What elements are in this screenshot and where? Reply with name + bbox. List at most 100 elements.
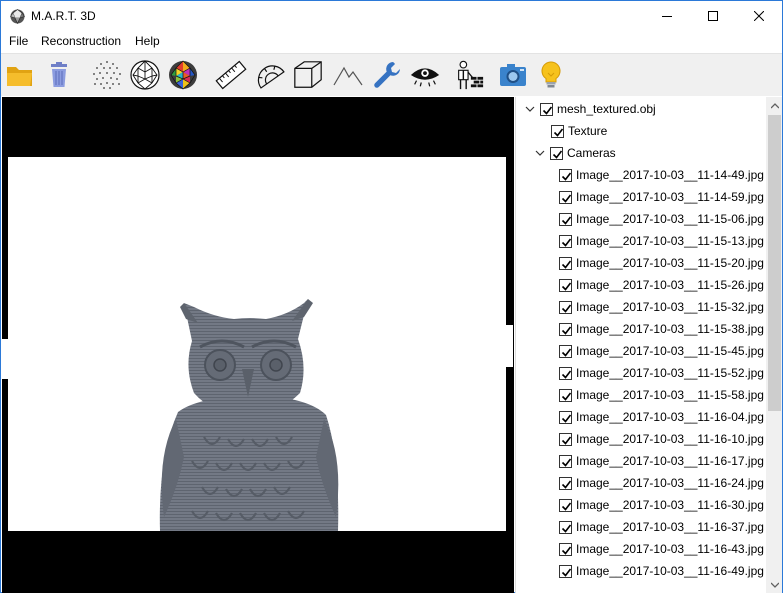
eye-icon	[410, 68, 440, 87]
tree-item-camera-image[interactable]: Image__2017-10-03__11-15-38.jpg	[559, 318, 764, 340]
tree-item-camera-image[interactable]: Image__2017-10-03__11-16-30.jpg	[559, 494, 764, 516]
tree-item-camera-image[interactable]: Image__2017-10-03__11-15-52.jpg	[559, 362, 764, 384]
camera-image-checkbox[interactable]	[559, 388, 572, 402]
point-cloud-button[interactable]	[91, 59, 123, 91]
scroll-thumb[interactable]	[768, 115, 781, 411]
ruler-icon	[215, 60, 247, 90]
worker-button[interactable]	[453, 59, 485, 91]
camera-image-checkbox[interactable]	[559, 542, 572, 556]
delete-button[interactable]	[43, 59, 75, 91]
tree-item-camera-image[interactable]: Image__2017-10-03__11-16-37.jpg	[559, 516, 764, 538]
minimize-button[interactable]	[644, 1, 690, 31]
title-bar[interactable]: M.A.R.T. 3D	[1, 1, 782, 31]
camera-image-checkbox[interactable]	[559, 300, 572, 314]
app-window: M.A.R.T. 3D File Reconstruction Help mes…	[0, 0, 783, 593]
camera-image-checkbox[interactable]	[559, 168, 572, 182]
camera-image-checkbox[interactable]	[559, 256, 572, 270]
scroll-up-arrow-icon[interactable]	[766, 97, 782, 114]
protractor-button[interactable]	[253, 59, 285, 91]
cameras-checkbox[interactable]	[550, 146, 563, 160]
scroll-down-arrow-icon[interactable]	[766, 576, 782, 593]
tree-item-label: Image__2017-10-03__11-15-13.jpg	[576, 234, 764, 248]
tree-item-label: Image__2017-10-03__11-14-59.jpg	[576, 190, 764, 204]
tree-item-label: Image__2017-10-03__11-15-45.jpg	[576, 344, 764, 358]
camera-image-checkbox[interactable]	[559, 366, 572, 380]
camera-image-checkbox[interactable]	[559, 454, 572, 468]
camera-image-view	[8, 157, 506, 531]
camera-image-checkbox[interactable]	[559, 520, 572, 534]
mesh-checkbox[interactable]	[540, 102, 553, 116]
textured-mesh-button[interactable]	[167, 59, 199, 91]
view-button[interactable]	[409, 59, 441, 91]
cube-button[interactable]	[292, 59, 324, 91]
camera-button[interactable]	[497, 59, 529, 91]
camera-image-checkbox[interactable]	[559, 564, 572, 578]
tree-item-label: Image__2017-10-03__11-15-20.jpg	[576, 256, 764, 270]
tree-item-camera-image[interactable]: Image__2017-10-03__11-16-04.jpg	[559, 406, 764, 428]
camera-image-checkbox[interactable]	[559, 476, 572, 490]
tree-item-camera-image[interactable]: Image__2017-10-03__11-15-32.jpg	[559, 296, 764, 318]
chevron-down-icon[interactable]	[534, 147, 546, 159]
lightbulb-button[interactable]	[535, 59, 567, 91]
chevron-down-icon[interactable]	[524, 103, 536, 115]
wireframe-mesh-button[interactable]	[129, 59, 161, 91]
camera-image-checkbox[interactable]	[559, 322, 572, 336]
close-button[interactable]	[736, 1, 782, 31]
close-icon	[754, 11, 764, 21]
tree-item-camera-image[interactable]: Image__2017-10-03__11-15-26.jpg	[559, 274, 764, 296]
wrench-icon	[374, 62, 400, 88]
tree-item-camera-image[interactable]: Image__2017-10-03__11-16-17.jpg	[559, 450, 764, 472]
3d-viewport[interactable]	[2, 97, 514, 593]
tree-item-camera-image[interactable]: Image__2017-10-03__11-16-24.jpg	[559, 472, 764, 494]
tree-item-camera-image[interactable]: Image__2017-10-03__11-15-58.jpg	[559, 384, 764, 406]
folder-icon	[7, 67, 32, 86]
viewport-strip-right	[505, 325, 513, 367]
tree-item-label: Texture	[568, 124, 608, 138]
menu-reconstruction[interactable]: Reconstruction	[39, 34, 123, 48]
trash-icon	[51, 62, 67, 87]
texture-checkbox[interactable]	[551, 124, 564, 138]
maximize-button[interactable]	[690, 1, 736, 31]
camera-image-checkbox[interactable]	[559, 234, 572, 248]
tree-item-camera-image[interactable]: Image__2017-10-03__11-14-59.jpg	[559, 186, 764, 208]
tree-item-camera-image[interactable]: Image__2017-10-03__11-16-49.jpg	[559, 560, 764, 582]
camera-image-checkbox[interactable]	[559, 190, 572, 204]
menu-file[interactable]: File	[7, 34, 30, 48]
tree-item-label: Image__2017-10-03__11-16-30.jpg	[576, 498, 764, 512]
ruler-button[interactable]	[215, 59, 247, 91]
tree-item-label: Cameras	[567, 146, 616, 160]
tree-item-label: Image__2017-10-03__11-15-58.jpg	[576, 388, 764, 402]
terrain-button[interactable]	[332, 59, 364, 91]
camera-image-checkbox[interactable]	[559, 344, 572, 358]
camera-image-checkbox[interactable]	[559, 278, 572, 292]
camera-icon	[500, 64, 526, 86]
tree-item-label: Image__2017-10-03__11-15-52.jpg	[576, 366, 764, 380]
tree-item-mesh[interactable]: mesh_textured.obj	[524, 98, 656, 120]
tree-item-texture[interactable]: Texture	[551, 120, 607, 142]
tree-item-label: Image__2017-10-03__11-16-10.jpg	[576, 432, 764, 446]
tree-item-cameras[interactable]: Cameras	[534, 142, 616, 164]
tree-item-camera-image[interactable]: Image__2017-10-03__11-16-10.jpg	[559, 428, 764, 450]
tree-item-label: mesh_textured.obj	[557, 102, 656, 116]
tree-scrollbar[interactable]	[766, 97, 782, 593]
open-folder-button[interactable]	[4, 59, 36, 91]
tree-item-camera-image[interactable]: Image__2017-10-03__11-15-06.jpg	[559, 208, 764, 230]
point-cloud-icon	[93, 61, 121, 89]
camera-image-checkbox[interactable]	[559, 410, 572, 424]
tree-item-camera-image[interactable]: Image__2017-10-03__11-16-43.jpg	[559, 538, 764, 560]
protractor-icon	[257, 65, 285, 89]
tree-item-camera-image[interactable]: Image__2017-10-03__11-15-45.jpg	[559, 340, 764, 362]
tree-item-label: Image__2017-10-03__11-15-26.jpg	[576, 278, 764, 292]
camera-image-checkbox[interactable]	[559, 498, 572, 512]
camera-image-checkbox[interactable]	[559, 212, 572, 226]
tree-item-camera-image[interactable]: Image__2017-10-03__11-15-13.jpg	[559, 230, 764, 252]
maximize-icon	[708, 11, 718, 21]
tree-item-label: Image__2017-10-03__11-16-43.jpg	[576, 542, 764, 556]
settings-button[interactable]	[371, 59, 403, 91]
camera-image-checkbox[interactable]	[559, 432, 572, 446]
tree-item-label: Image__2017-10-03__11-15-32.jpg	[576, 300, 764, 314]
wireframe-sphere-icon	[130, 60, 160, 90]
menu-help[interactable]: Help	[133, 34, 162, 48]
tree-item-camera-image[interactable]: Image__2017-10-03__11-15-20.jpg	[559, 252, 764, 274]
tree-item-camera-image[interactable]: Image__2017-10-03__11-14-49.jpg	[559, 164, 764, 186]
